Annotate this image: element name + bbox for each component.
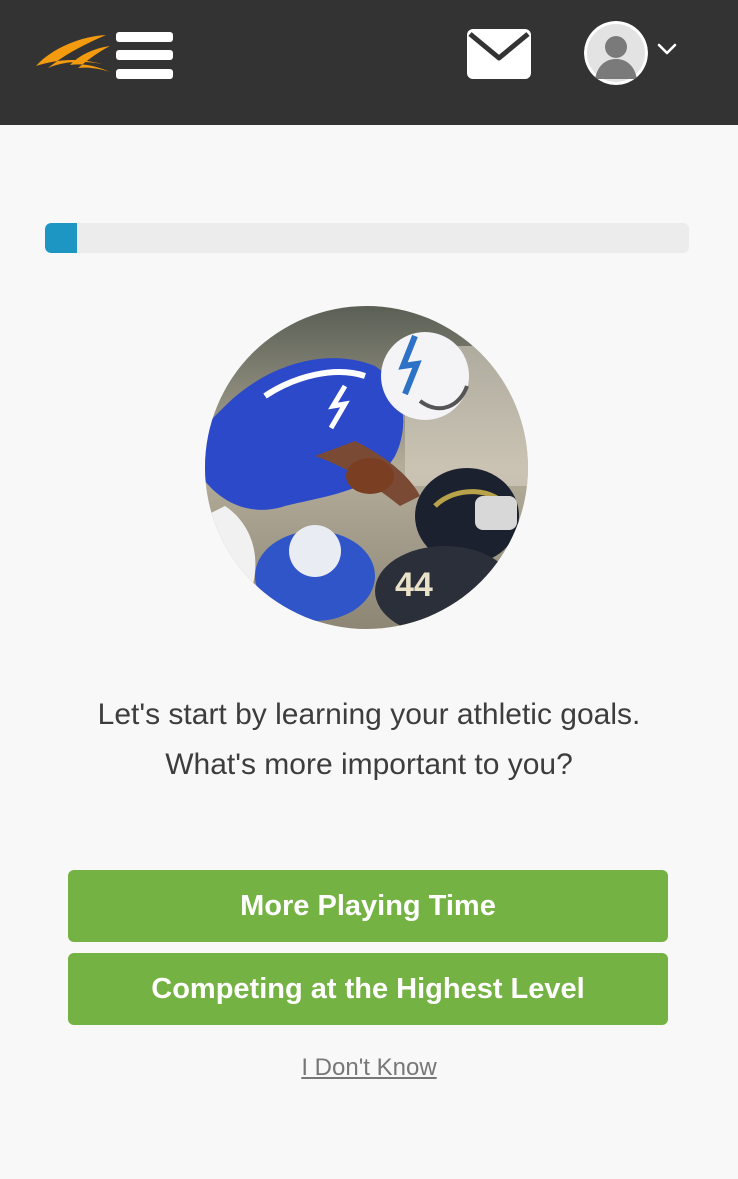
menu-bar-2 xyxy=(116,50,173,60)
user-avatar-icon[interactable] xyxy=(584,21,648,85)
progress-bar-fill xyxy=(45,223,77,253)
menu-bar-3 xyxy=(116,69,173,79)
dont-know-row: I Don't Know xyxy=(0,1050,738,1086)
hamburger-menu-icon[interactable] xyxy=(116,32,173,80)
football-player-photo: 44 xyxy=(205,306,528,629)
svg-text:44: 44 xyxy=(395,566,433,604)
menu-bar-1 xyxy=(116,32,173,42)
top-navigation-bar xyxy=(0,0,738,125)
dont-know-link[interactable]: I Don't Know xyxy=(301,1054,436,1081)
prompt-line-1: Let's start by learning your athletic go… xyxy=(97,698,641,731)
prompt-line-2: What's more important to you? xyxy=(165,748,573,781)
competing-highest-level-button[interactable]: Competing at the Highest Level xyxy=(68,953,668,1025)
question-prompt: Let's start by learning your athletic go… xyxy=(0,690,738,790)
brand-logo-icon[interactable] xyxy=(34,30,112,84)
more-playing-time-button[interactable]: More Playing Time xyxy=(68,870,668,942)
progress-bar xyxy=(45,223,689,253)
envelope-icon[interactable] xyxy=(466,28,532,80)
chevron-down-icon[interactable] xyxy=(657,42,677,56)
